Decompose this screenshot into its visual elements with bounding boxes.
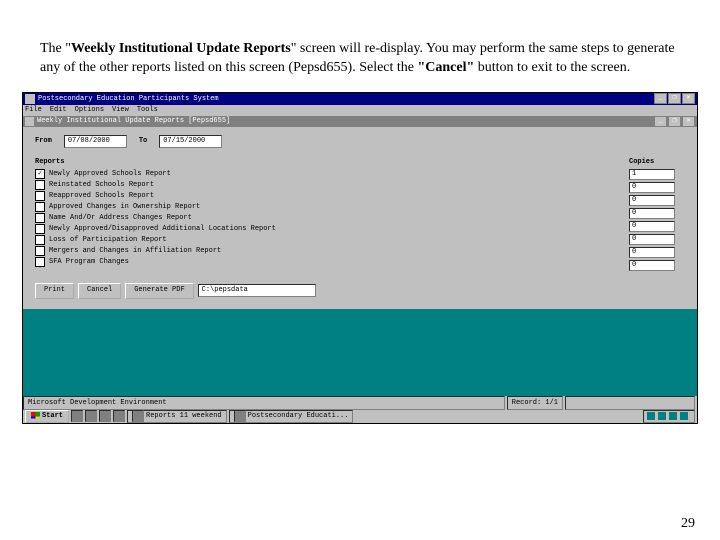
report-checkbox[interactable] bbox=[35, 191, 45, 201]
close-button[interactable]: ✕ bbox=[682, 93, 695, 104]
report-row: Reapproved Schools Report bbox=[35, 191, 621, 202]
embedded-screenshot: Postsecondary Education Participants Sys… bbox=[22, 92, 698, 424]
windows-taskbar: Start Reports 11 weekend Postsecondary E… bbox=[23, 410, 697, 423]
print-button[interactable]: Print bbox=[35, 283, 74, 299]
child-window-icon bbox=[25, 117, 34, 126]
reports-area: Reports Newly Approved Schools Report Re… bbox=[35, 158, 689, 273]
app-icon bbox=[25, 94, 35, 104]
to-date-field[interactable]: 07/15/2000 bbox=[159, 135, 222, 148]
report-label: Loss of Participation Report bbox=[49, 236, 167, 244]
quicklaunch-icon[interactable] bbox=[113, 410, 125, 422]
report-row: Name And/Or Address Changes Report bbox=[35, 213, 621, 224]
app-task-icon bbox=[234, 410, 246, 422]
report-row: Newly Approved/Disapproved Additional Lo… bbox=[35, 224, 621, 235]
menu-view[interactable]: View bbox=[112, 106, 129, 114]
copies-field[interactable]: 0 bbox=[629, 221, 675, 232]
form-area: From 07/08/2000 To 07/15/2000 Reports Ne… bbox=[23, 127, 697, 309]
windows-logo-icon bbox=[31, 412, 40, 421]
child-minimize-button[interactable]: _ bbox=[654, 116, 667, 127]
report-checkbox[interactable] bbox=[35, 202, 45, 212]
tray-icon[interactable] bbox=[669, 412, 677, 420]
copies-field[interactable]: 0 bbox=[629, 234, 675, 245]
menu-file[interactable]: File bbox=[25, 106, 42, 114]
from-date-field[interactable]: 07/08/2000 bbox=[64, 135, 127, 148]
report-label: Reapproved Schools Report bbox=[49, 192, 154, 200]
report-label: SFA Program Changes bbox=[49, 258, 129, 266]
copies-field[interactable]: 0 bbox=[629, 260, 675, 271]
reports-heading: Reports bbox=[35, 158, 621, 166]
report-checkbox[interactable] bbox=[35, 224, 45, 234]
report-row: Reinstated Schools Report bbox=[35, 180, 621, 191]
report-row: Newly Approved Schools Report bbox=[35, 169, 621, 180]
report-label: Reinstated Schools Report bbox=[49, 181, 154, 189]
report-row: SFA Program Changes bbox=[35, 257, 621, 268]
start-button[interactable]: Start bbox=[25, 410, 69, 423]
date-range-row: From 07/08/2000 To 07/15/2000 bbox=[35, 135, 689, 148]
menu-tools[interactable]: Tools bbox=[137, 106, 158, 114]
instruction-paragraph: The "Weekly Institutional Update Reports… bbox=[0, 0, 720, 78]
report-label: Approved Changes in Ownership Report bbox=[49, 203, 200, 211]
child-titlebar: Weekly Institutional Update Reports [Pep… bbox=[23, 116, 697, 127]
app-titlebar: Postsecondary Education Participants Sys… bbox=[23, 93, 697, 105]
copies-field[interactable]: 0 bbox=[629, 195, 675, 206]
tray-icon[interactable] bbox=[647, 412, 655, 420]
taskbar-app[interactable]: Reports 11 weekend bbox=[127, 410, 227, 423]
mdi-child-window: Weekly Institutional Update Reports [Pep… bbox=[23, 116, 697, 309]
maximize-button[interactable]: ❐ bbox=[668, 93, 681, 104]
copies-column: Copies 1 0 0 0 0 0 0 0 bbox=[629, 158, 689, 273]
report-checkbox[interactable] bbox=[35, 180, 45, 190]
menu-edit[interactable]: Edit bbox=[50, 106, 67, 114]
menu-bar: File Edit Options View Tools bbox=[23, 105, 697, 116]
report-label: Newly Approved Schools Report bbox=[49, 170, 171, 178]
report-label: Mergers and Changes in Affiliation Repor… bbox=[49, 247, 221, 255]
cancel-button[interactable]: Cancel bbox=[78, 283, 121, 299]
output-path-field[interactable]: C:\pepsdata bbox=[198, 284, 316, 297]
page-number: 29 bbox=[681, 516, 695, 532]
to-label: To bbox=[139, 137, 147, 145]
report-row: Approved Changes in Ownership Report bbox=[35, 202, 621, 213]
status-hint: Microsoft Development Environment bbox=[23, 396, 505, 410]
tray-icon[interactable] bbox=[680, 412, 688, 420]
minimize-button[interactable]: _ bbox=[654, 93, 667, 104]
copies-field[interactable]: 0 bbox=[629, 182, 675, 193]
copies-heading: Copies bbox=[629, 158, 689, 166]
copies-field[interactable]: 1 bbox=[629, 169, 675, 180]
quicklaunch-icon[interactable] bbox=[85, 410, 97, 422]
taskbar-app-label: Postsecondary Educati... bbox=[248, 411, 349, 422]
quicklaunch-icon[interactable] bbox=[99, 410, 111, 422]
taskbar-app[interactable]: Postsecondary Educati... bbox=[229, 410, 354, 423]
system-tray bbox=[643, 410, 695, 423]
status-bar: Microsoft Development Environment Record… bbox=[23, 396, 697, 410]
status-empty bbox=[565, 396, 695, 410]
tray-icon[interactable] bbox=[658, 412, 666, 420]
copies-field[interactable]: 0 bbox=[629, 208, 675, 219]
taskbar-app-label: Reports 11 weekend bbox=[146, 411, 222, 422]
report-list: Reports Newly Approved Schools Report Re… bbox=[35, 158, 621, 273]
report-checkbox[interactable] bbox=[35, 169, 45, 179]
child-title: Weekly Institutional Update Reports [Pep… bbox=[37, 117, 654, 125]
report-row: Mergers and Changes in Affiliation Repor… bbox=[35, 246, 621, 257]
button-row: Print Cancel Generate PDF C:\pepsdata bbox=[35, 283, 689, 299]
app-title: Postsecondary Education Participants Sys… bbox=[38, 95, 654, 103]
status-record: Record: 1/1 bbox=[507, 396, 563, 410]
report-label: Newly Approved/Disapproved Additional Lo… bbox=[49, 225, 276, 233]
report-row: Loss of Participation Report bbox=[35, 235, 621, 246]
child-close-button[interactable]: ✕ bbox=[682, 116, 695, 127]
report-checkbox[interactable] bbox=[35, 213, 45, 223]
from-label: From bbox=[35, 137, 52, 145]
report-label: Name And/Or Address Changes Report bbox=[49, 214, 192, 222]
report-checkbox[interactable] bbox=[35, 235, 45, 245]
menu-options[interactable]: Options bbox=[75, 106, 104, 114]
copies-field[interactable]: 0 bbox=[629, 247, 675, 258]
child-maximize-button[interactable]: ❐ bbox=[668, 116, 681, 127]
report-checkbox[interactable] bbox=[35, 257, 45, 267]
generate-pdf-button[interactable]: Generate PDF bbox=[125, 283, 193, 299]
report-checkbox[interactable] bbox=[35, 246, 45, 256]
app-task-icon bbox=[132, 410, 144, 422]
quicklaunch-icon[interactable] bbox=[71, 410, 83, 422]
start-label: Start bbox=[42, 412, 63, 420]
